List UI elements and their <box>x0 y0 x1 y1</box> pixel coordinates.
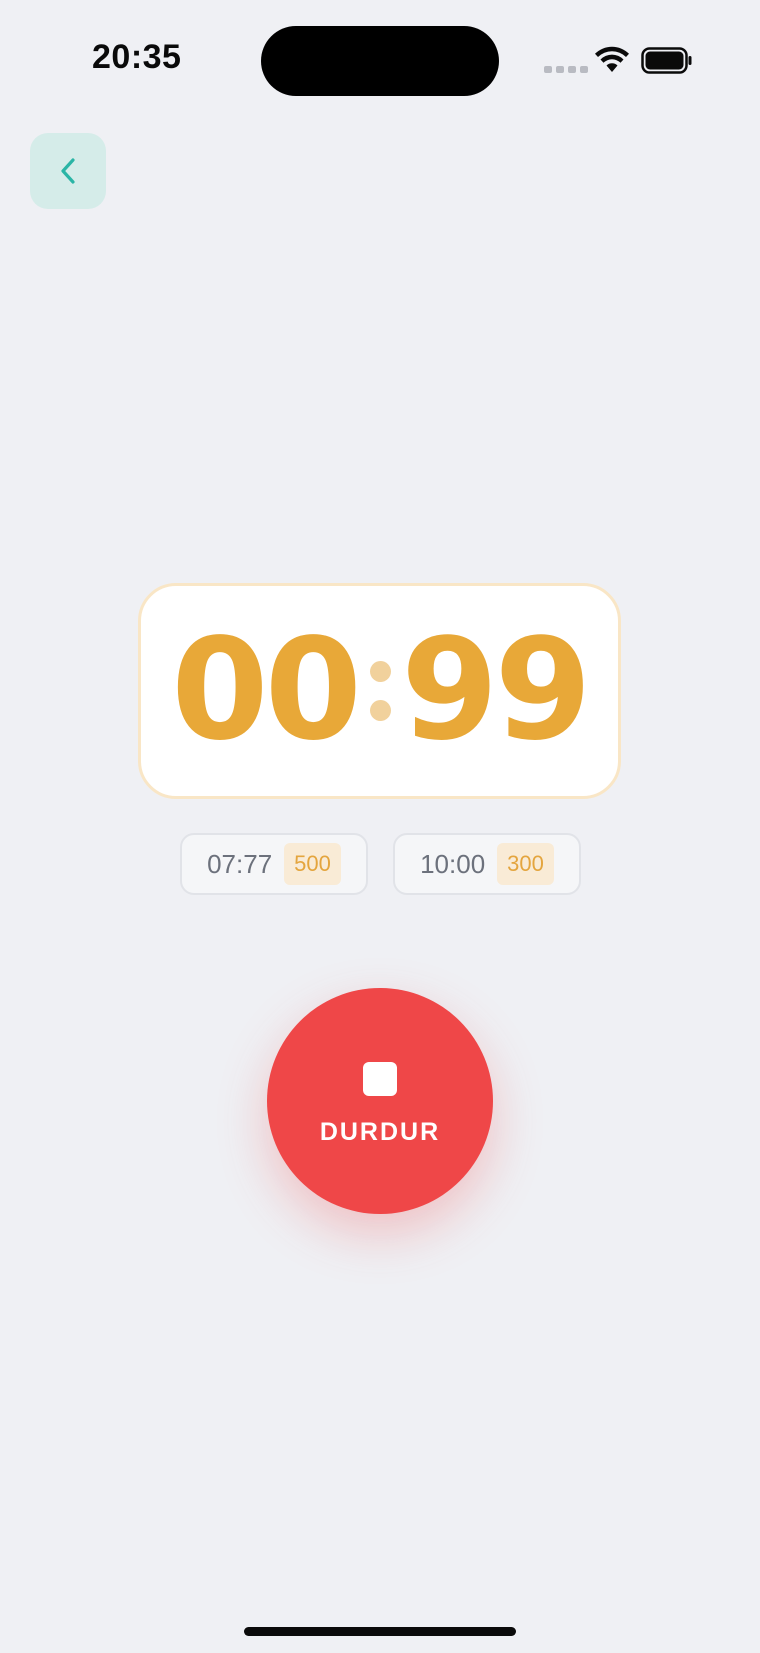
lap-points-badge: 300 <box>497 843 554 885</box>
timer-value: 00 99 <box>171 609 592 772</box>
timer-minutes: 00 <box>171 609 362 772</box>
timer-screen: 20:35 00 99 07:77 500 10:00 300 DURDUR <box>0 0 760 1653</box>
lap-time: 10:00 <box>420 848 486 879</box>
back-button[interactable] <box>30 133 106 209</box>
lap-chip: 07:77 500 <box>180 833 368 895</box>
stop-button-label: DURDUR <box>319 1117 441 1146</box>
timer-seconds: 99 <box>401 609 592 772</box>
lap-points-badge: 500 <box>284 843 341 885</box>
status-time: 20:35 <box>92 38 182 76</box>
dynamic-island <box>261 26 499 96</box>
timer-display: 00 99 <box>138 583 621 799</box>
stop-button[interactable]: DURDUR <box>267 988 493 1214</box>
timer-colon <box>370 661 391 721</box>
battery-icon <box>641 47 692 74</box>
home-indicator[interactable] <box>244 1627 516 1636</box>
stop-icon <box>363 1061 397 1096</box>
cellular-signal-icon <box>544 66 588 73</box>
lap-time: 07:77 <box>207 848 273 879</box>
wifi-icon <box>595 46 629 72</box>
lap-chip: 10:00 300 <box>393 833 581 895</box>
chevron-left-icon <box>61 158 75 184</box>
